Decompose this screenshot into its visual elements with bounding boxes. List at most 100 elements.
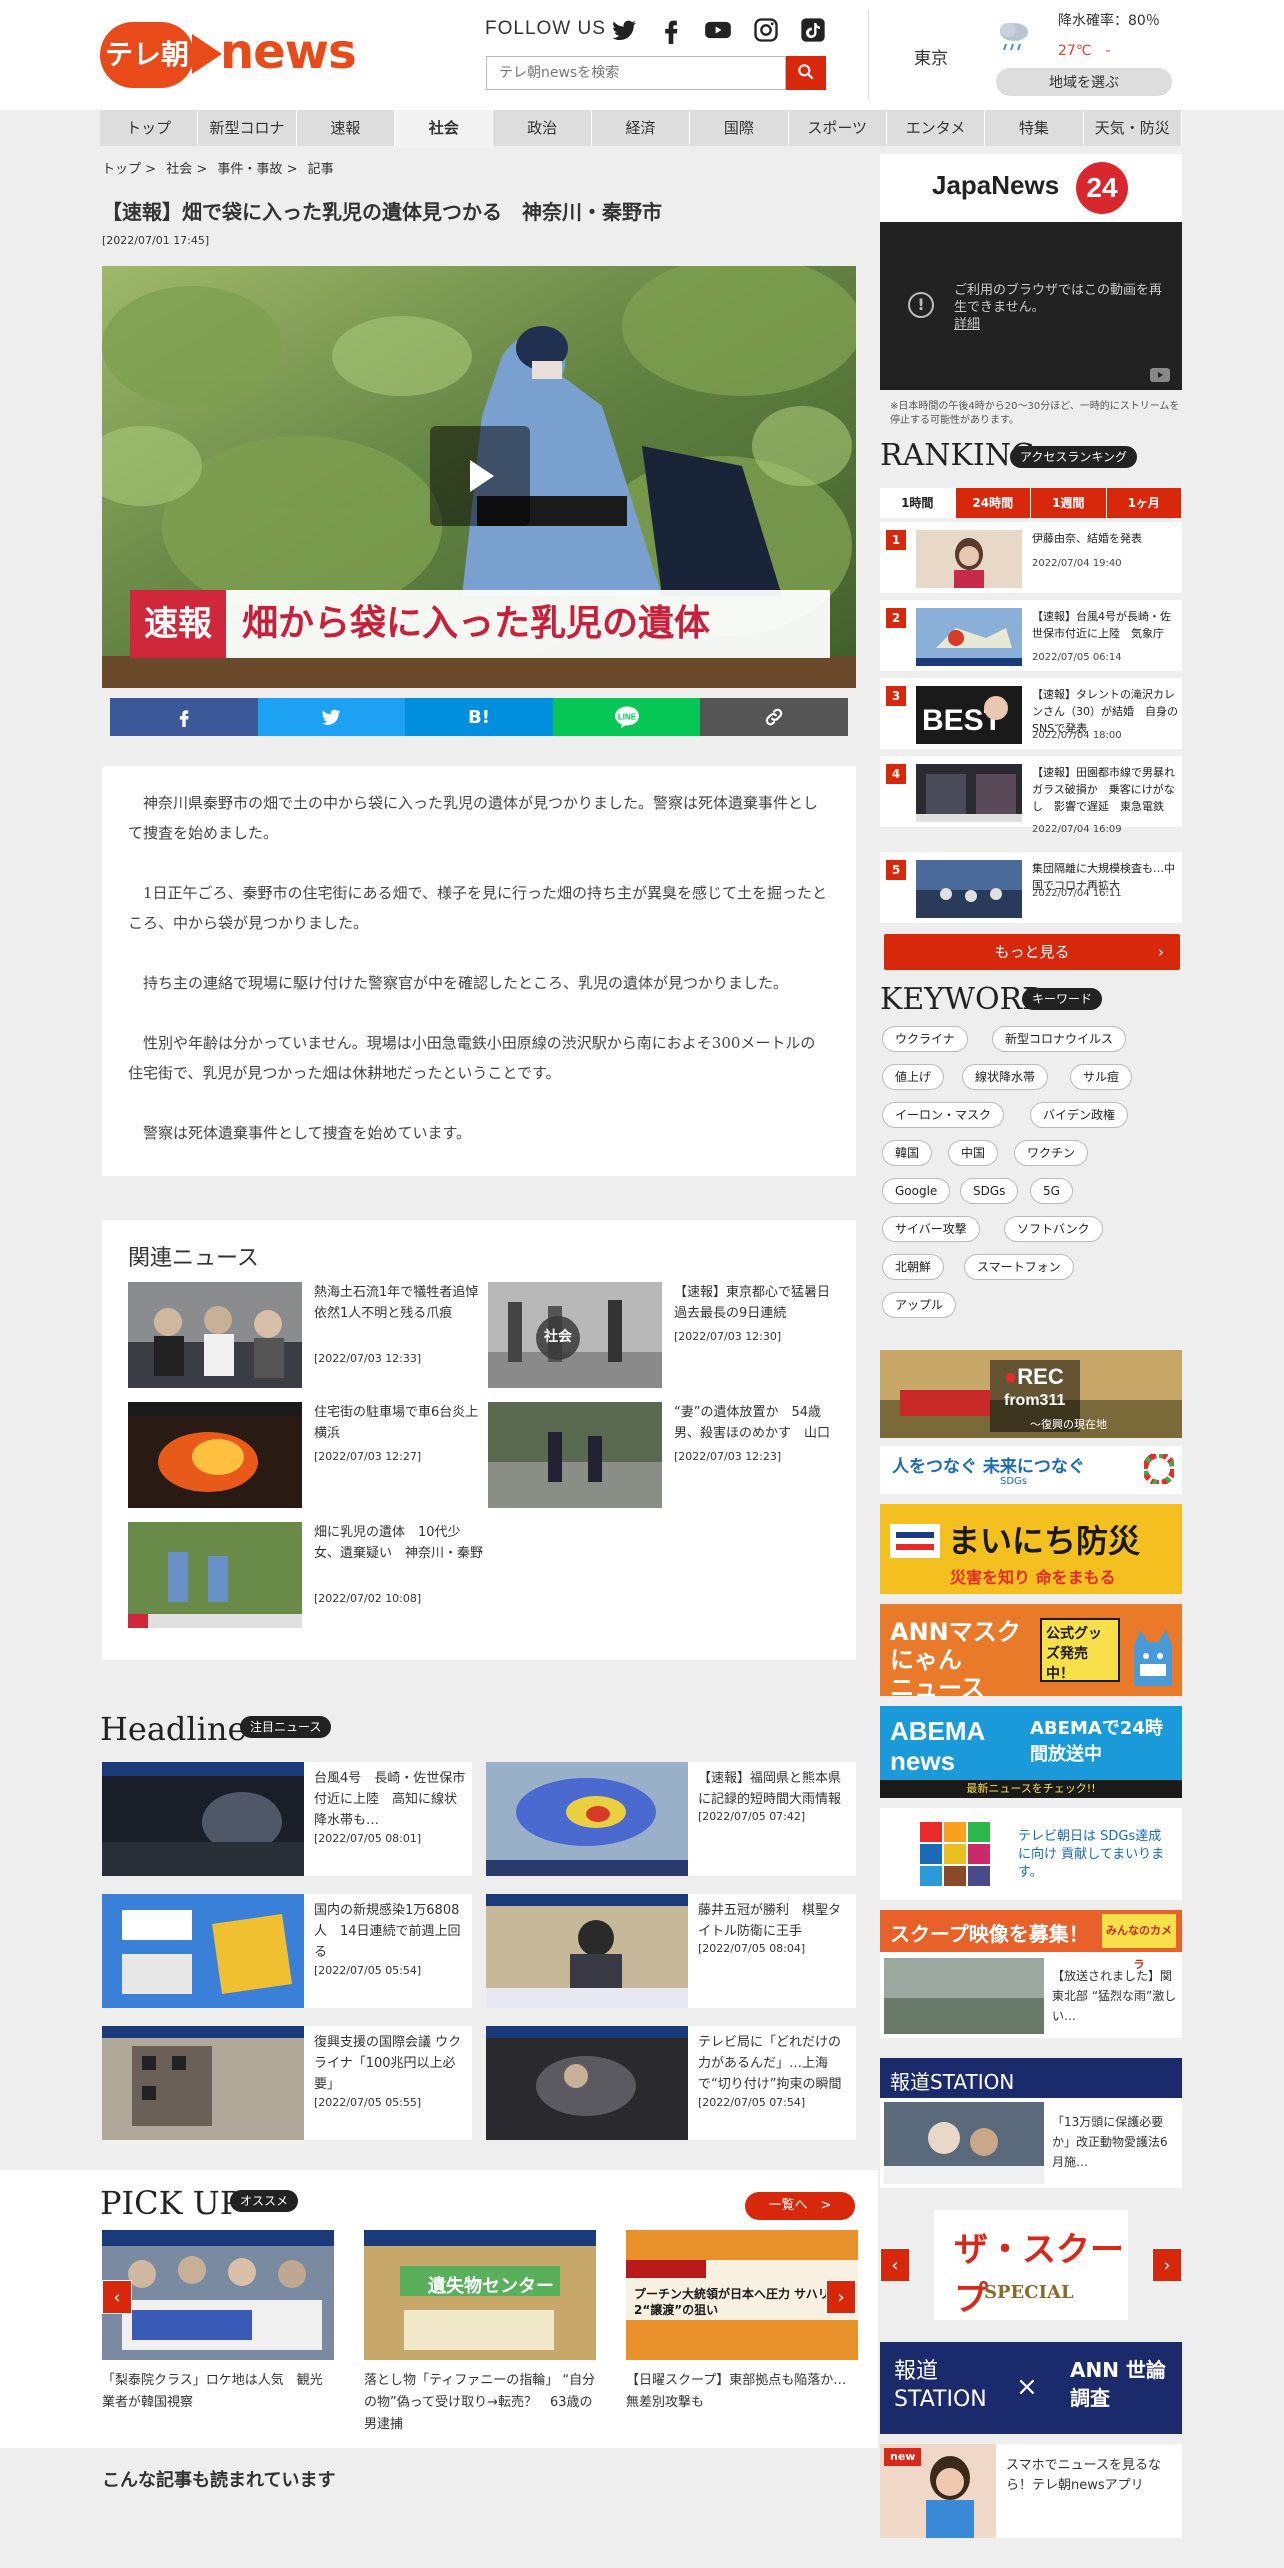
- article-video[interactable]: 速報 畑から袋に入った乳児の遺体: [102, 266, 856, 688]
- main-nav: トップ 新型コロナ 速報 社会 政治 経済 国際 スポーツ エンタメ 特集 天気…: [100, 110, 1182, 148]
- tiktok-icon[interactable]: [799, 16, 827, 44]
- ranking-item[interactable]: 1 伊藤由奈、結婚を発表 2022/07/04 19:40: [880, 522, 1182, 594]
- related-item[interactable]: 住宅街の駐車場で車6台炎上 横浜 [2022/07/03 12:27]: [128, 1402, 491, 1508]
- region-select-button[interactable]: 地域を選ぶ: [996, 68, 1172, 96]
- breadcrumb-society[interactable]: 社会: [166, 162, 192, 177]
- share-link-button[interactable]: [700, 698, 848, 736]
- keyword-tag[interactable]: サル痘: [1070, 1064, 1133, 1090]
- keyword-tag[interactable]: ワクチン: [1014, 1140, 1089, 1166]
- keyword-badge: キーワード: [1022, 988, 1103, 1010]
- sdgs-banner[interactable]: 人をつなぐ 未来につなぐ SDGs: [880, 1446, 1182, 1494]
- keyword-tag[interactable]: Google: [882, 1178, 951, 1204]
- nav-item-breaking[interactable]: 速報: [296, 110, 396, 146]
- keyword-tag[interactable]: 韓国: [882, 1140, 933, 1166]
- video-detail-link[interactable]: 詳細: [954, 317, 980, 332]
- share-facebook-button[interactable]: [110, 698, 258, 736]
- tab-1hour[interactable]: 1時間: [880, 488, 956, 518]
- ranking-item[interactable]: 5 集団隔離に大規模検査も…中国でコロナ再拡大 2022/07/04 16:11: [880, 852, 1182, 924]
- share-line-button[interactable]: LINE: [552, 698, 701, 736]
- instagram-icon[interactable]: [752, 16, 780, 44]
- keyword-tag[interactable]: ウクライナ: [882, 1026, 968, 1052]
- nav-item-weather[interactable]: 天気・防災: [1083, 110, 1182, 146]
- keyword-tag[interactable]: 線状降水帯: [962, 1064, 1049, 1090]
- search-input[interactable]: [487, 57, 785, 89]
- scoop-video-banner[interactable]: スクープ映像を募集！ みんなのカメラ 【放送されました】関東北部 “猛烈な雨”激…: [880, 1910, 1182, 2038]
- the-scoop-banner[interactable]: ザ・スクープ SPECIAL: [934, 2210, 1128, 2320]
- nav-item-corona[interactable]: 新型コロナ: [198, 110, 297, 146]
- pickup-prev-button[interactable]: ‹: [102, 2280, 132, 2314]
- rec311-banner[interactable]: ●REC from311 ～復興の現在地: [880, 1350, 1182, 1438]
- headline-item[interactable]: 【速報】福岡県と熊本県に記録的短時間大雨情報 [2022/07/05 07:42…: [486, 1762, 856, 1876]
- tab-24hours[interactable]: 24時間: [956, 488, 1031, 518]
- headline-item[interactable]: 台風4号 長崎・佐世保市付近に上陸 高知に線状降水帯も… [2022/07/05…: [102, 1762, 472, 1876]
- site-logo[interactable]: テレ朝 news: [100, 18, 357, 92]
- nav-item-sports[interactable]: スポーツ: [788, 110, 887, 146]
- keyword-tag[interactable]: 値上げ: [882, 1064, 945, 1090]
- keyword-tag[interactable]: アップル: [882, 1292, 957, 1318]
- pickup-item[interactable]: 遺失物センター 落とし物「ティファニーの指輪」 “自分の物”偽って受け取り→転売…: [364, 2230, 596, 2432]
- nav-item-politics[interactable]: 政治: [493, 110, 592, 146]
- keyword-tag[interactable]: バイデン政権: [1030, 1102, 1129, 1128]
- search-icon: [798, 63, 814, 79]
- bousai-banner[interactable]: まいにち防災 災害を知り 命をまもる: [880, 1504, 1182, 1594]
- app-banner[interactable]: new スマホでニュースを見るなら！テレ朝newsアプリ: [880, 2444, 1182, 2538]
- page: テレ朝 news FOLLOW US 東京 降水確率：80％ 27℃ - 地域を…: [0, 0, 1284, 2568]
- video-play-button[interactable]: [430, 426, 530, 526]
- sdgs-contribution-banner[interactable]: テレビ朝日は SDGs達成に向け 貢献してまいります。: [880, 1808, 1182, 1900]
- keyword-tag[interactable]: スマートフォン: [964, 1254, 1074, 1280]
- nav-item-society[interactable]: 社会: [395, 110, 494, 148]
- keyword-tag[interactable]: 北朝鮮: [882, 1254, 945, 1280]
- ranking-item[interactable]: 3 BEST 【速報】タレントの滝沢カレンさん（30）が結婚 自身のSNSで発表…: [880, 678, 1182, 750]
- headline-item[interactable]: 国内の新規感染1万6808人 14日連続で前週上回る [2022/07/05 0…: [102, 1894, 472, 2008]
- breadcrumb-incidents[interactable]: 事件・事故: [217, 162, 282, 177]
- pickup-more-button[interactable]: 一覧へ >: [745, 2192, 855, 2220]
- banner-next-button[interactable]: ›: [1152, 2248, 1182, 2282]
- tab-1week[interactable]: 1週間: [1031, 488, 1107, 518]
- related-item[interactable]: 畑に乳児の遺体 10代少女、遺棄疑い 神奈川・秦野 [2022/07/02 10…: [128, 1522, 484, 1628]
- share-twitter-button[interactable]: [257, 698, 406, 736]
- keyword-tag[interactable]: サイバー攻撃: [882, 1216, 980, 1242]
- mask-nyan-banner[interactable]: ANNマスクにゃん ニュース 公式グッズ発売中！: [880, 1604, 1182, 1696]
- nav-item-international[interactable]: 国際: [690, 110, 789, 146]
- headline-item[interactable]: テレビ局に「どれだけの力があるんだ」…上海で“切り付け”拘束の瞬間 [2022/…: [486, 2026, 856, 2140]
- logo-brand: テレ朝: [100, 22, 194, 88]
- ranking-item-date: 2022/07/04 16:11: [1032, 888, 1122, 899]
- pickup-item[interactable]: プーチン大統領が日本へ圧力 サハリン2“譲渡”の狙い 【日曜スクープ】東部拠点も…: [626, 2230, 858, 2410]
- breadcrumb-top[interactable]: トップ: [102, 162, 141, 177]
- search-button[interactable]: [786, 56, 826, 90]
- sdgs-small: SDGs: [1000, 1476, 1028, 1487]
- share-hatena-button[interactable]: B!: [405, 698, 553, 736]
- headline-item[interactable]: 藤井五冠が勝利 棋聖タイトル防衛に王手 [2022/07/05 08:04]: [486, 1894, 856, 2008]
- keyword-tag[interactable]: ソフトバンク: [1004, 1216, 1103, 1242]
- ranking-item[interactable]: 4 【速報】田園都市線で男暴れガラス破損か 乗客にけがなし 影響で遅延 東急電鉄…: [880, 756, 1182, 835]
- nav-item-features[interactable]: 特集: [985, 110, 1084, 146]
- japanews-banner[interactable]: JapaNews 24: [880, 154, 1182, 222]
- station-survey-banner[interactable]: 報道 STATION × ANN 世論調査: [880, 2342, 1182, 2434]
- keyword-tag[interactable]: 5G: [1030, 1178, 1073, 1204]
- abema-banner[interactable]: ABEMA news ABEMAで24時間放送中 最新ニュースをチェック!!: [880, 1706, 1182, 1798]
- live-stream-player[interactable]: ! ご利用のブラウザではこの動画を再生できません。 詳細: [880, 222, 1182, 390]
- headline-item[interactable]: 復興支援の国際会議 ウクライナ「100兆円以上必要」 [2022/07/05 0…: [102, 2026, 472, 2140]
- related-item[interactable]: “妻”の遺体放置か 54歳男、殺害ほのめかす 山口 [2022/07/03 12…: [488, 1402, 844, 1508]
- nav-item-economy[interactable]: 経済: [591, 110, 691, 146]
- keyword-tag[interactable]: 新型コロナウイルス: [992, 1026, 1127, 1052]
- facebook-icon[interactable]: [657, 16, 685, 44]
- banner-prev-button[interactable]: ‹: [880, 2248, 910, 2282]
- video-unavailable-message: ご利用のブラウザではこの動画を再生できません。 詳細: [954, 282, 1164, 333]
- keyword-tag[interactable]: SDGs: [960, 1178, 1019, 1204]
- related-item[interactable]: 社会 【速報】東京都心で猛暑日 過去最長の9日連続 [2022/07/03 12…: [488, 1282, 844, 1388]
- tab-1month[interactable]: 1ヶ月: [1107, 488, 1182, 518]
- twitter-icon[interactable]: [610, 16, 638, 44]
- nav-item-entertainment[interactable]: エンタメ: [886, 110, 986, 146]
- keyword-tag[interactable]: イーロン・マスク: [882, 1102, 1005, 1128]
- keyword-tag[interactable]: 中国: [948, 1140, 999, 1166]
- pickup-item[interactable]: 「梨泰院クラス」ロケ地は人気 観光業者が韓国視察: [102, 2230, 334, 2410]
- ranking-item[interactable]: 2 【速報】台風4号が長崎・佐世保市付近に上陸 気象庁 2022/07/05 0…: [880, 600, 1182, 672]
- pickup-next-button[interactable]: ›: [826, 2280, 856, 2314]
- ranking-more-button[interactable]: もっと見る ›: [884, 934, 1180, 970]
- chevron-left-icon: ‹: [113, 2287, 121, 2308]
- related-item[interactable]: 熱海土石流1年で犠牲者追悼 依然1人不明と残る爪痕 [2022/07/03 12…: [128, 1282, 491, 1388]
- nav-item-top[interactable]: トップ: [100, 110, 199, 146]
- youtube-icon[interactable]: [704, 16, 732, 44]
- houdou-station-banner[interactable]: 報道STATION 「13万頭に保護必要か」改正動物愛護法6月施…: [880, 2058, 1182, 2188]
